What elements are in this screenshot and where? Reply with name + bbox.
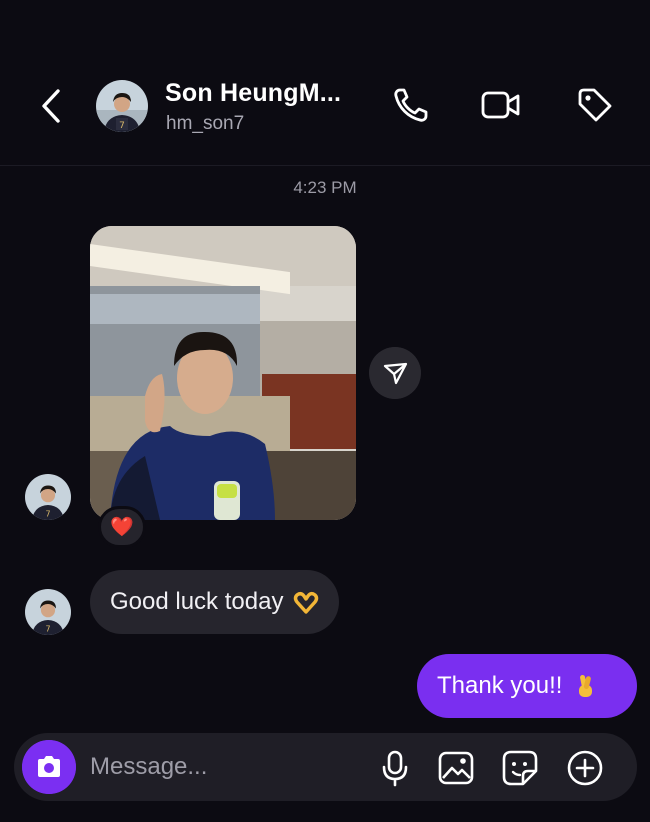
incoming-message[interactable]: Good luck today: [90, 570, 340, 634]
avatar[interactable]: 7: [96, 80, 148, 132]
avatar[interactable]: 7: [25, 589, 71, 635]
heart-reaction[interactable]: ❤️: [98, 506, 146, 548]
avatar[interactable]: 7: [25, 474, 71, 520]
plus-circle-icon[interactable]: [566, 749, 604, 787]
outgoing-message[interactable]: Thank you!!: [417, 654, 637, 718]
message-text: Thank you!!: [437, 672, 563, 699]
contact-username: hm_son7: [166, 113, 245, 134]
chevron-left-icon[interactable]: [36, 86, 68, 126]
svg-text:7: 7: [45, 509, 50, 518]
share-icon[interactable]: [369, 347, 421, 399]
image-icon[interactable]: [437, 749, 475, 787]
message-input[interactable]: [90, 745, 370, 789]
heart-hands-icon: [294, 592, 319, 614]
tag-icon[interactable]: [574, 84, 616, 126]
camera-icon[interactable]: [22, 740, 76, 794]
sticker-icon[interactable]: [501, 749, 539, 787]
chat-header: 7 Son HeungM... hm_son7: [0, 0, 650, 166]
message-composer: [14, 733, 637, 801]
svg-text:7: 7: [119, 121, 125, 131]
svg-text:7: 7: [45, 624, 50, 633]
crossed-fingers-icon: [579, 674, 593, 697]
selfie-image: [90, 226, 356, 520]
photo-message[interactable]: [90, 226, 356, 520]
phone-icon[interactable]: [390, 84, 432, 126]
contact-name[interactable]: Son HeungM...: [165, 79, 341, 108]
message-text: Good luck today: [110, 588, 284, 615]
video-camera-icon[interactable]: [480, 84, 522, 126]
microphone-icon[interactable]: [376, 749, 414, 787]
message-timestamp: 4:23 PM: [293, 178, 357, 197]
